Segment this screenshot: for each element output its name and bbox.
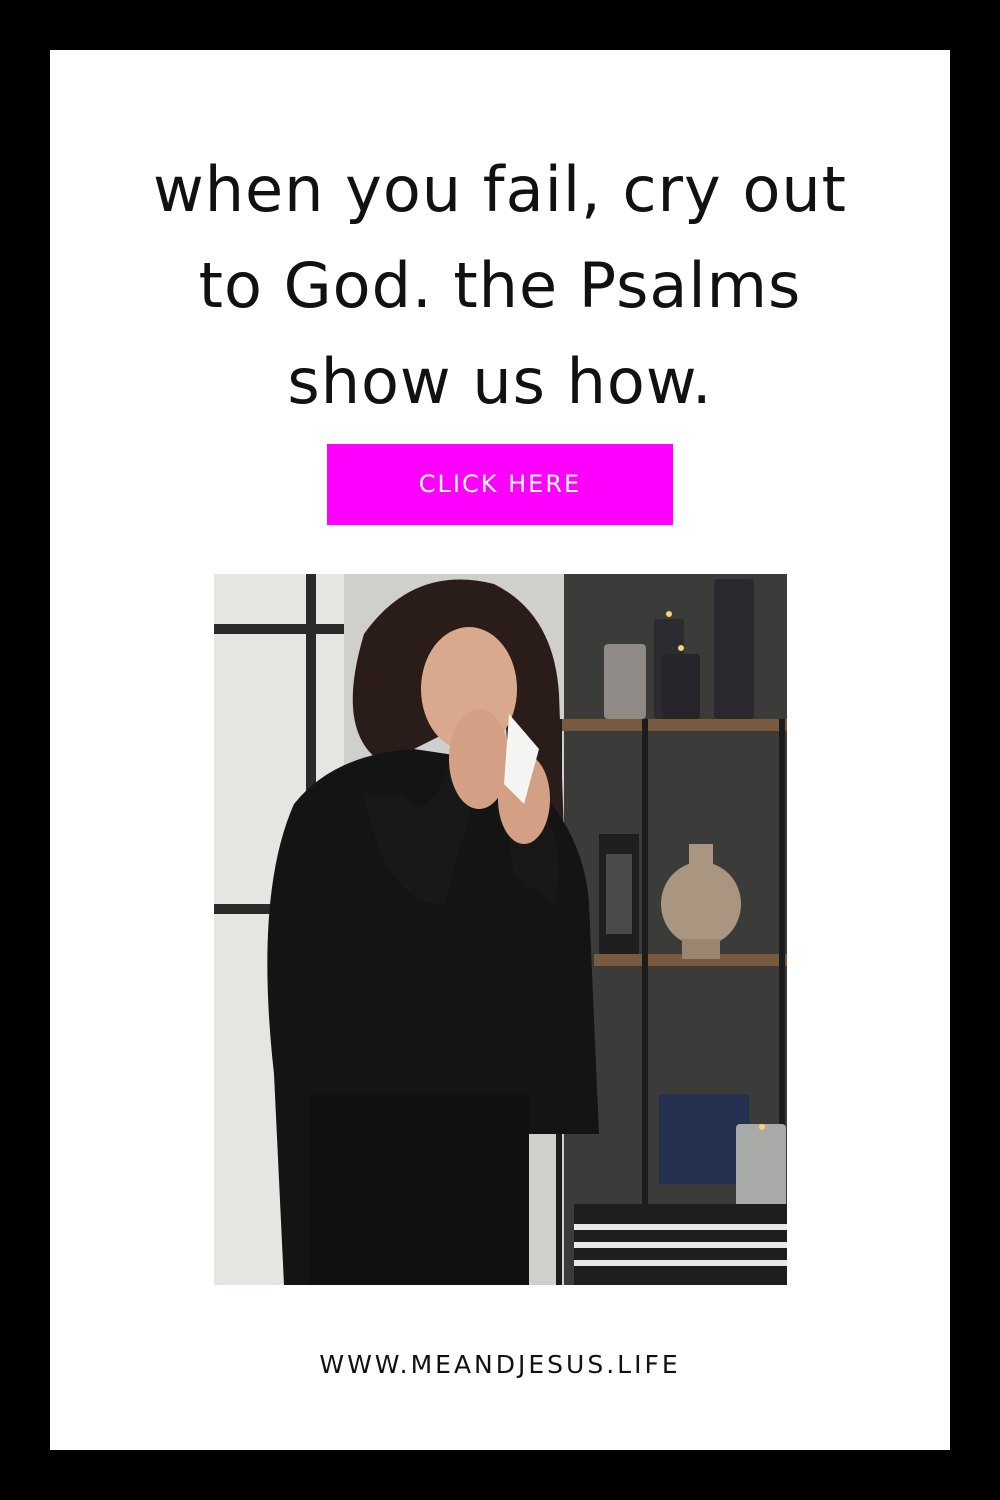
pin-card: when you fail, cry out to God. the Psalm… (50, 50, 950, 1450)
woman-crying-icon (214, 574, 787, 1285)
shelf-post (642, 719, 648, 1285)
candle-flame (678, 645, 684, 651)
shelf-top (554, 719, 787, 731)
lantern-glass (606, 854, 632, 934)
candle-flame (759, 1124, 765, 1130)
candle-flame (666, 611, 672, 617)
candle (662, 654, 700, 719)
blanket-stripe (574, 1242, 787, 1248)
headline-line: show us how. (287, 345, 713, 418)
woman-crying-photo (214, 574, 787, 1285)
click-here-button[interactable]: CLICK HERE (327, 444, 673, 525)
vase-neck (689, 844, 713, 874)
books (659, 1094, 749, 1184)
headline-line: when you fail, cry out (153, 153, 847, 226)
candle (714, 579, 754, 719)
headline: when you fail, cry out to God. the Psalm… (50, 142, 950, 430)
vase-base (682, 939, 720, 959)
candle (604, 644, 646, 719)
headline-line: to God. the Psalms (198, 249, 802, 322)
screen-frame-bar (214, 624, 344, 634)
blanket-stripe (574, 1224, 787, 1230)
trousers (309, 1094, 529, 1285)
vase (661, 862, 741, 946)
blanket-stripe (574, 1260, 787, 1266)
website-url[interactable]: WWW.MEANDJESUS.LIFE (50, 1350, 950, 1379)
